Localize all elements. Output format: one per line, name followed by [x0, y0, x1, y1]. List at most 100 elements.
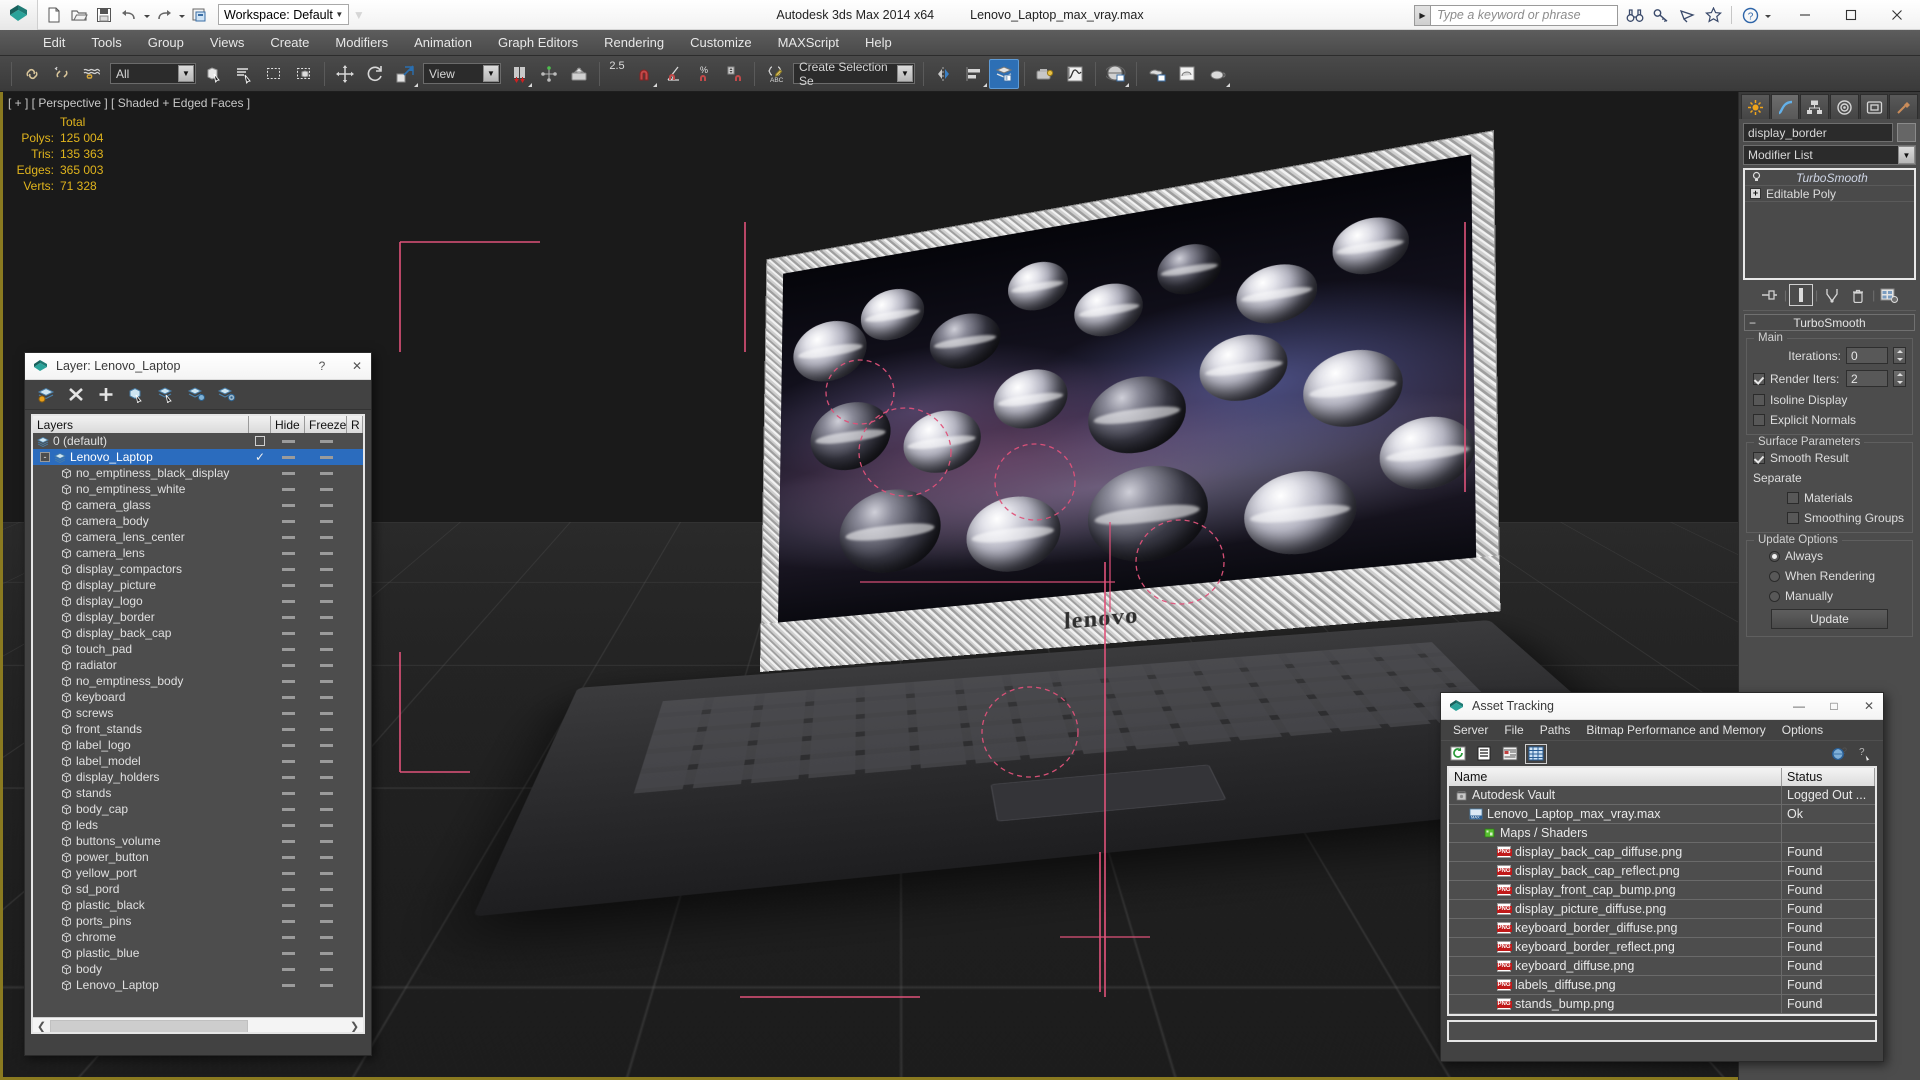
layer-manager-icon[interactable] [989, 59, 1019, 89]
layer-hide-toggle[interactable] [271, 568, 305, 571]
asset-row[interactable]: PNGdisplay_picture_diffuse.pngFound [1449, 900, 1875, 919]
mirror-icon[interactable] [929, 59, 959, 89]
layer-hide-toggle[interactable] [271, 856, 305, 859]
layer-row[interactable]: sd_pord [33, 881, 363, 897]
laptop-lid[interactable]: lenovo [760, 130, 1500, 672]
asset-row[interactable]: PNGdisplay_front_cap_bump.pngFound [1449, 881, 1875, 900]
chevron-down-icon[interactable]: ▼ [333, 5, 346, 24]
schematic-view-icon[interactable] [1101, 59, 1131, 89]
layer-hide-toggle[interactable] [271, 472, 305, 475]
render-production-icon[interactable] [1202, 59, 1232, 89]
help-pointer-icon[interactable]: ? [1855, 744, 1877, 764]
menu-graph-editors[interactable]: Graph Editors [485, 30, 591, 56]
layer-hide-toggle[interactable] [271, 712, 305, 715]
update-button[interactable]: Update [1771, 609, 1888, 629]
layer-row[interactable]: 0 (default) [33, 433, 363, 449]
spinner-snap-toggle-icon[interactable] [719, 59, 749, 89]
at-menu-bitmap-performance[interactable]: Bitmap Performance and Memory [1578, 720, 1773, 740]
save-file-icon[interactable] [92, 3, 116, 27]
layer-freeze-toggle[interactable] [305, 872, 347, 875]
asset-row[interactable]: PNGdisplay_back_cap_diffuse.pngFound [1449, 843, 1875, 862]
layer-row[interactable]: buttons_volume [33, 833, 363, 849]
layer-row[interactable]: camera_body [33, 513, 363, 529]
layer-hide-toggle[interactable] [271, 600, 305, 603]
help-icon[interactable]: ? [1737, 2, 1763, 28]
layer-row[interactable]: no_emptiness_black_display [33, 465, 363, 481]
layer-hide-toggle[interactable] [271, 872, 305, 875]
select-and-manipulate-icon[interactable] [534, 59, 564, 89]
layer-freeze-toggle[interactable] [305, 600, 347, 603]
undo-icon[interactable] [117, 3, 141, 27]
layer-row[interactable]: label_logo [33, 737, 363, 753]
layer-row[interactable]: front_stands [33, 721, 363, 737]
hierarchy-tab[interactable] [1800, 94, 1829, 119]
menu-maxscript[interactable]: MAXScript [765, 30, 852, 56]
layer-freeze-toggle[interactable] [305, 552, 347, 555]
set-current-layer-icon[interactable] [185, 384, 207, 406]
asset-row[interactable]: PNGkeyboard_border_reflect.pngFound [1449, 938, 1875, 957]
layer-hide-toggle[interactable] [271, 760, 305, 763]
at-menu-options[interactable]: Options [1774, 720, 1831, 740]
iterations-spinner[interactable] [1893, 347, 1906, 364]
help-dropdown-icon[interactable] [1763, 3, 1772, 27]
asset-list[interactable]: Name Status Autodesk VaultLogged Out ...… [1447, 766, 1877, 1016]
binoculars-icon[interactable] [1622, 2, 1648, 28]
layer-freeze-toggle[interactable] [305, 632, 347, 635]
layer-properties-icon[interactable] [215, 384, 237, 406]
layer-row[interactable]: label_model [33, 753, 363, 769]
menu-group[interactable]: Group [135, 30, 197, 56]
layer-freeze-toggle[interactable] [305, 904, 347, 907]
new-file-icon[interactable] [42, 3, 66, 27]
layer-freeze-toggle[interactable] [305, 920, 347, 923]
scroll-thumb[interactable] [50, 1020, 248, 1033]
close-button[interactable] [1874, 0, 1920, 30]
modify-tab[interactable] [1771, 94, 1800, 119]
expand-collapse-icon[interactable]: - [40, 452, 50, 462]
layer-row[interactable]: plastic_black [33, 897, 363, 913]
percent-snap-toggle-icon[interactable]: % [689, 59, 719, 89]
satellite-dish-icon[interactable] [1674, 2, 1700, 28]
layer-freeze-toggle[interactable] [305, 680, 347, 683]
layer-row[interactable]: body_cap [33, 801, 363, 817]
iterations-field[interactable]: 0 [1846, 347, 1888, 364]
search-dropdown-icon[interactable]: ▶ [1414, 5, 1431, 26]
open-file-icon[interactable] [67, 3, 91, 27]
layer-row[interactable]: ports_pins [33, 913, 363, 929]
layer-row[interactable]: display_picture [33, 577, 363, 593]
menu-views[interactable]: Views [197, 30, 257, 56]
display-tab[interactable] [1860, 94, 1889, 119]
layer-freeze-toggle[interactable] [305, 712, 347, 715]
chevron-down-icon[interactable]: ▼ [1898, 146, 1915, 164]
app-logo-icon[interactable] [0, 0, 38, 30]
layer-freeze-toggle[interactable] [305, 584, 347, 587]
redo-icon[interactable] [152, 3, 176, 27]
column-current[interactable] [249, 416, 271, 433]
layer-hide-toggle[interactable] [271, 584, 305, 587]
layer-row[interactable]: power_button [33, 849, 363, 865]
layer-row[interactable]: touch_pad [33, 641, 363, 657]
layer-hide-toggle[interactable] [271, 728, 305, 731]
search-box[interactable]: ▶ Type a keyword or phrase [1414, 4, 1618, 26]
add-to-layer-icon[interactable] [95, 384, 117, 406]
layer-row[interactable]: camera_lens_center [33, 529, 363, 545]
scroll-left-icon[interactable]: ❮ [33, 1020, 50, 1033]
layer-row[interactable]: no_emptiness_body [33, 673, 363, 689]
menu-modifiers[interactable]: Modifiers [322, 30, 401, 56]
select-and-link-icon[interactable] [17, 59, 47, 89]
pin-stack-icon[interactable] [1758, 284, 1782, 306]
layer-freeze-toggle[interactable] [305, 952, 347, 955]
column-freeze[interactable]: Freeze [305, 416, 347, 433]
motion-tab[interactable] [1830, 94, 1859, 119]
layer-row[interactable]: display_border [33, 609, 363, 625]
grid-view-icon[interactable] [1525, 744, 1547, 764]
stack-item-editable-poly[interactable]: + Editable Poly [1745, 186, 1914, 202]
select-object-icon[interactable] [199, 59, 229, 89]
layer-freeze-toggle[interactable] [305, 856, 347, 859]
layer-freeze-toggle[interactable] [305, 520, 347, 523]
layer-row[interactable]: -Lenovo_Laptop✓ [33, 449, 363, 465]
render-iters-spinner[interactable] [1893, 370, 1906, 387]
layer-freeze-toggle[interactable] [305, 792, 347, 795]
menu-customize[interactable]: Customize [677, 30, 764, 56]
column-render[interactable]: R [347, 416, 363, 433]
select-objects-in-layer-icon[interactable] [125, 384, 147, 406]
